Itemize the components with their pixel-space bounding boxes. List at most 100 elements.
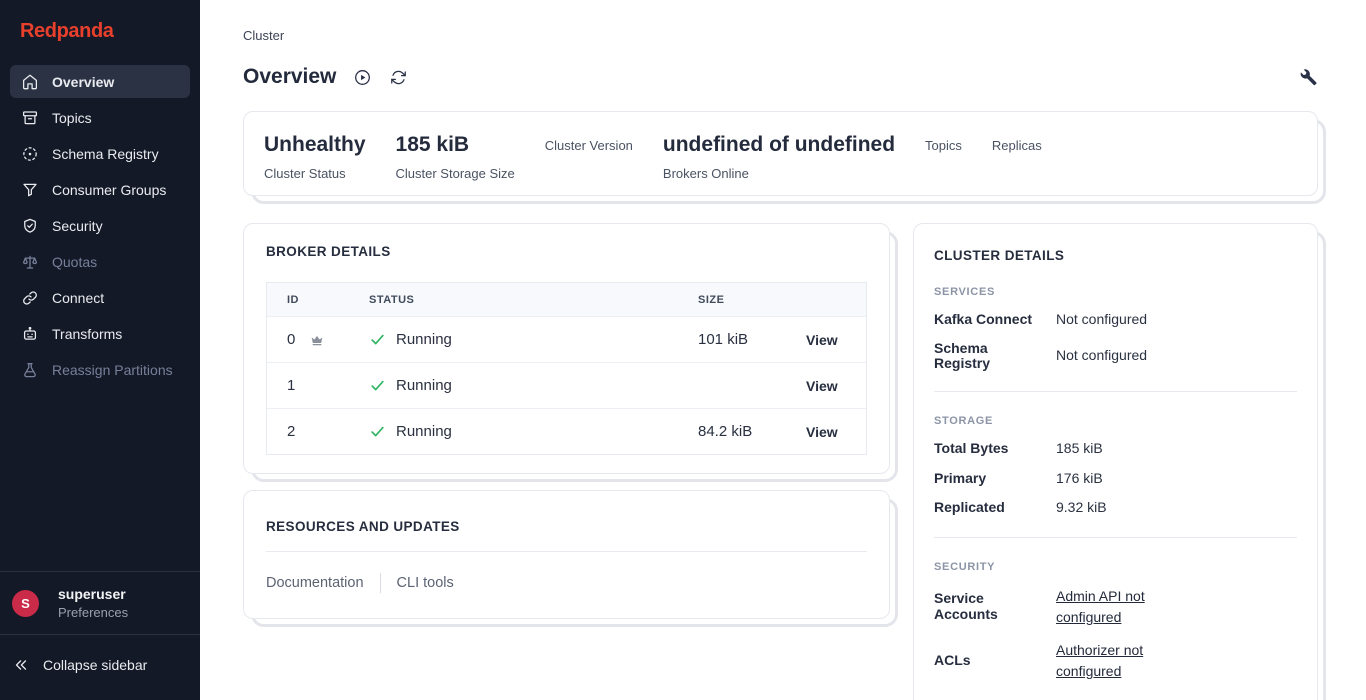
link-separator [380,573,381,593]
section-heading-services: SERVICES [934,286,1297,298]
broker-size-cell: 101 kiB [678,316,786,362]
collapse-sidebar-label: Collapse sidebar [43,657,147,673]
schema-icon [21,145,39,163]
broker-size-cell [678,362,786,408]
broker-status-cell: Running [349,408,678,454]
broker-action-cell: View [786,362,866,408]
broker-table: IDSTATUSSIZE0Running101 kiBView1RunningV… [266,282,867,455]
refresh-icon[interactable] [389,68,408,87]
detail-row-total-bytes: Total Bytes185 kiB [934,440,1297,458]
view-broker-link[interactable]: View [806,424,838,440]
wrench-icon[interactable] [1299,68,1318,87]
resources-links: Documentation CLI tools [266,573,867,593]
link-icon [21,289,39,307]
stat-brokers-online: undefined of undefined Brokers Online [663,131,895,181]
play-circle-icon[interactable] [353,68,372,87]
section-divider [934,537,1297,538]
user-menu[interactable]: S superuser Preferences [0,572,200,634]
detail-value-link[interactable]: Authorizer not configured [1056,640,1178,682]
broker-status: Running [396,377,452,394]
sidebar-item-label: Topics [52,110,92,126]
check-icon [369,423,386,440]
check-icon [369,331,386,348]
broker-id-cell: 0 [267,316,349,362]
stat-value: undefined of undefined [663,131,895,159]
left-column: BROKER DETAILS IDSTATUSSIZE0Running101 k… [243,223,890,619]
broker-status: Running [396,423,452,440]
sidebar-item-schema-registry[interactable]: Schema Registry [10,137,190,170]
chevrons-left-icon [12,656,30,674]
sidebar-item-quotas[interactable]: Quotas [10,245,190,278]
detail-label: Kafka Connect [934,312,1039,327]
broker-details-title: BROKER DETAILS [266,244,867,259]
broker-id-cell: 1 [267,362,349,408]
avatar: S [12,590,39,617]
sidebar-item-overview[interactable]: Overview [10,65,190,98]
cluster-details-title: CLUSTER DETAILS [934,248,1297,263]
section-divider [934,391,1297,392]
detail-label: Total Bytes [934,441,1039,456]
sidebar: Redpanda OverviewTopicsSchema RegistryCo… [0,0,200,700]
detail-label: ACLs [934,653,1039,668]
broker-status-cell: Running [349,316,678,362]
stat-label: Brokers Online [663,166,895,181]
right-column: CLUSTER DETAILS SERVICES Kafka Connect Not… [913,223,1318,700]
sidebar-nav: Overview Topics Schema RegistryConsumer Gr… [0,59,200,571]
column-header-actions [786,283,866,316]
detail-row-replicated: Replicated9.32 kiB [934,499,1297,517]
stat-cluster-version: Cluster Version [545,131,633,153]
sidebar-item-transforms[interactable]: Transforms [10,317,190,350]
stat-value: Unhealthy [264,131,366,159]
stat-cluster-status: UnhealthyCluster Status [264,131,366,181]
column-header-size: SIZE [678,283,786,316]
detail-value: Not configured [1056,311,1297,329]
stat-value: 185 kiB [396,131,515,159]
detail-row-primary: Primary 176 kiB [934,470,1297,488]
detail-value: 176 kiB [1056,470,1297,488]
detail-value: Not configured [1056,347,1297,365]
collapse-sidebar-button[interactable]: Collapse sidebar [0,635,200,700]
sidebar-item-label: Connect [52,290,104,306]
home-icon [21,73,39,91]
resources-card: RESOURCES AND UPDATES Documentation CLI t… [243,490,890,619]
broker-id: 0 [287,331,295,348]
column-header-id: ID [267,283,349,316]
broker-id-cell: 2 [267,408,349,454]
detail-label: Service Accounts [934,591,1039,622]
broker-details-card: BROKER DETAILS IDSTATUSSIZE0Running101 k… [243,223,890,474]
main-content: Cluster Overview UnhealthyCluster Status… [200,0,1366,700]
breadcrumb[interactable]: Cluster [243,28,1318,43]
redpanda-logo: Redpanda [0,0,200,59]
resources-title: RESOURCES AND UPDATES [266,519,867,534]
topics-icon [21,109,39,127]
user-preferences-link[interactable]: Preferences [58,605,128,620]
sidebar-item-connect[interactable]: Connect [10,281,190,314]
documentation-link[interactable]: Documentation [266,575,364,591]
sidebar-item-consumer-groups[interactable]: Consumer Groups [10,173,190,206]
resources-divider [266,551,867,552]
sidebar-item-reassign-partitions[interactable]: Reassign Partitions [10,353,190,386]
page-title: Overview [243,65,336,89]
sidebar-item-label: Reassign Partitions [52,362,173,378]
sidebar-item-label: Quotas [52,254,97,270]
column-header-status: STATUS [349,283,678,316]
stat-topics: Topics [925,131,962,153]
cli-tools-link[interactable]: CLI tools [397,575,454,591]
detail-row-kafka-connect: Kafka Connect Not configured [934,311,1297,329]
stat-replicas: Replicas [992,131,1042,153]
section-heading-security: SECURITY [934,561,1297,573]
shield-icon [21,217,39,235]
view-broker-link[interactable]: View [806,332,838,348]
stat-label: Topics [925,138,962,153]
broker-status-cell: Running [349,362,678,408]
sidebar-item-security[interactable]: Security [10,209,190,242]
detail-row-service-accounts: Service Accounts Admin API not configured [934,586,1297,628]
detail-label: Primary [934,471,1039,486]
detail-label: Replicated [934,500,1039,515]
view-broker-link[interactable]: View [806,378,838,394]
detail-value-link[interactable]: Admin API not configured [1056,586,1178,628]
stat-label: Replicas [992,138,1042,153]
funnel-icon [21,181,39,199]
sidebar-item-topics[interactable]: Topics [10,101,190,134]
broker-action-cell: View [786,408,866,454]
